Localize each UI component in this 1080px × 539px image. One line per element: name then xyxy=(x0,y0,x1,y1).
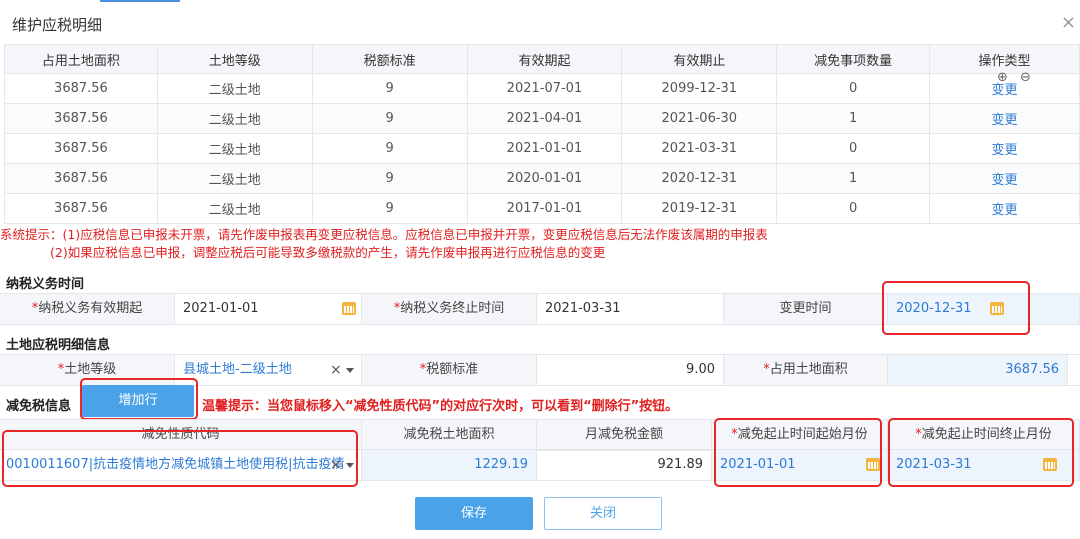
cell-standard: 9 xyxy=(311,193,468,224)
change-time-label: 变更时间 xyxy=(724,294,888,324)
land-area-value: 3687.56 xyxy=(888,355,1068,385)
zoom-icons[interactable]: ⊕ ⊖ xyxy=(997,70,1035,85)
cell-area: 3687.56 xyxy=(4,193,158,224)
tax-standard-value: 9.00 xyxy=(537,355,724,385)
dialog-header: 维护应税明细 × xyxy=(0,0,1080,44)
col-header-monthly-relief: 月减免税金额 xyxy=(537,420,712,450)
relief-hint: 温馨提示：当您鼠标移入“减免性质代码”的对应行次时，可以看到“删除行”按钮。 xyxy=(202,399,679,414)
cell-start: 2021-01-01 xyxy=(466,133,623,164)
highlight-relief-code xyxy=(2,430,358,487)
cell-standard: 9 xyxy=(311,103,468,134)
table-row: 3687.56 二级土地 9 2021-04-01 2021-06-30 1 变… xyxy=(4,103,1080,134)
cell-grade: 二级土地 xyxy=(156,163,313,194)
col-header-grade: 土地等级 xyxy=(156,44,313,74)
cell-grade: 二级土地 xyxy=(156,73,313,104)
col-header-relief-count: 减免事项数量 xyxy=(776,44,931,74)
change-link[interactable]: 变更 xyxy=(929,133,1080,164)
calendar-icon[interactable] xyxy=(342,302,356,315)
col-header-area: 占用土地面积 xyxy=(4,44,158,74)
cell-standard: 9 xyxy=(311,163,468,194)
system-notice: 系统提示：(1)应税信息已申报未开票，请先作废申报表再变更应税信息。应税信息已申… xyxy=(0,226,768,262)
tax-end-field[interactable]: 2021-03-31 xyxy=(537,294,724,324)
section-title-relief: 减免税信息 xyxy=(6,399,72,414)
tax-standard-label: *税额标准 xyxy=(362,355,537,385)
cell-end: 2020-12-31 xyxy=(621,163,778,194)
change-link[interactable]: 变更 xyxy=(929,163,1080,194)
close-icon[interactable]: × xyxy=(1061,12,1076,33)
section-title-land-detail: 土地应税明细信息 xyxy=(6,338,111,353)
cell-end: 2019-12-31 xyxy=(621,193,778,224)
land-area-label: *占用土地面积 xyxy=(724,355,888,385)
highlight-change-time xyxy=(882,281,1030,335)
highlight-relief-end xyxy=(888,418,1074,487)
save-button[interactable]: 保存 xyxy=(415,497,533,530)
cell-relief-count: 0 xyxy=(776,73,931,104)
notice-line-1: 系统提示：(1)应税信息已申报未开票，请先作废申报表再变更应税信息。应税信息已申… xyxy=(0,227,768,242)
chevron-down-icon[interactable] xyxy=(346,368,354,373)
cell-grade: 二级土地 xyxy=(156,133,313,164)
cell-end: 2021-03-31 xyxy=(621,133,778,164)
cell-start: 2021-07-01 xyxy=(466,73,623,104)
cell-area: 3687.56 xyxy=(4,73,158,104)
section-title-tax-period: 纳税义务时间 xyxy=(6,277,85,292)
cell-start: 2021-04-01 xyxy=(466,103,623,134)
col-header-standard: 税额标准 xyxy=(311,44,468,74)
cell-relief-count: 0 xyxy=(776,193,931,224)
relief-area-value: 1229.19 xyxy=(362,450,537,480)
tax-detail-table: 占用土地面积 土地等级 税额标准 有效期起 有效期止 减免事项数量 操作类型 3… xyxy=(4,44,1080,224)
table-row: 3687.56 二级土地 9 2020-01-01 2020-12-31 1 变… xyxy=(4,163,1080,194)
highlight-add-row xyxy=(80,378,198,420)
cell-area: 3687.56 xyxy=(4,103,158,134)
change-link[interactable]: 变更 xyxy=(929,193,1080,224)
col-header-start: 有效期起 xyxy=(466,44,623,74)
col-header-relief-area: 减免税土地面积 xyxy=(362,420,537,450)
tax-start-label: *纳税义务有效期起 xyxy=(0,294,175,324)
cell-relief-count: 1 xyxy=(776,163,931,194)
highlight-relief-start xyxy=(714,418,882,487)
cell-area: 3687.56 xyxy=(4,163,158,194)
clear-icon[interactable]: × xyxy=(330,355,342,385)
tax-end-label: *纳税义务终止时间 xyxy=(362,294,537,324)
cell-relief-count: 0 xyxy=(776,133,931,164)
cell-area: 3687.56 xyxy=(4,133,158,164)
cell-relief-count: 1 xyxy=(776,103,931,134)
table-row: 3687.56 二级土地 9 2021-07-01 2099-12-31 0 变… xyxy=(4,73,1080,104)
cell-standard: 9 xyxy=(311,133,468,164)
cell-standard: 9 xyxy=(311,73,468,104)
monthly-relief-value: 921.89 xyxy=(537,450,712,480)
notice-line-2: (2)如果应税信息已申报，调整应税后可能导致多缴税款的产生，请先作废申报再进行应… xyxy=(50,245,606,260)
tax-start-field[interactable]: 2021-01-01 xyxy=(175,294,362,324)
dialog-title: 维护应税明细 xyxy=(12,16,103,34)
table-row: 3687.56 二级土地 9 2017-01-01 2019-12-31 0 变… xyxy=(4,193,1080,224)
cell-start: 2017-01-01 xyxy=(466,193,623,224)
cell-grade: 二级土地 xyxy=(156,103,313,134)
change-link[interactable]: 变更 xyxy=(929,103,1080,134)
cell-end: 2021-06-30 xyxy=(621,103,778,134)
cell-end: 2099-12-31 xyxy=(621,73,778,104)
close-button[interactable]: 关闭 xyxy=(544,497,662,530)
cell-start: 2020-01-01 xyxy=(466,163,623,194)
table-row: 3687.56 二级土地 9 2021-01-01 2021-03-31 0 变… xyxy=(4,133,1080,164)
table-header-row: 占用土地面积 土地等级 税额标准 有效期起 有效期止 减免事项数量 操作类型 xyxy=(4,44,1080,74)
tab-accent-line xyxy=(100,0,180,2)
col-header-end: 有效期止 xyxy=(621,44,778,74)
cell-grade: 二级土地 xyxy=(156,193,313,224)
